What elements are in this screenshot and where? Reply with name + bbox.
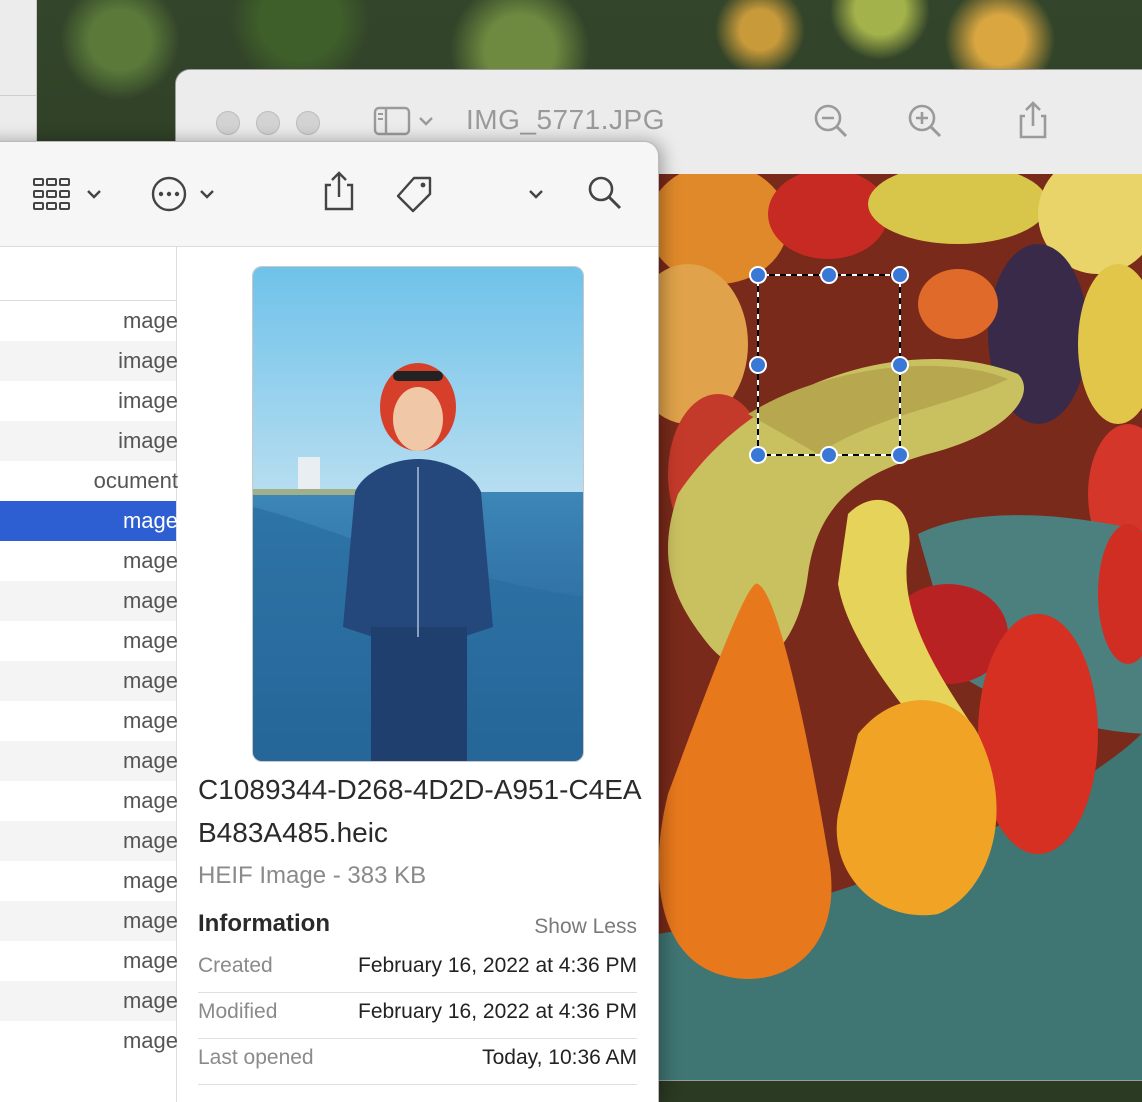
- list-item-kind: mage: [122, 628, 178, 653]
- info-label: Created: [198, 954, 273, 977]
- zoom-out-icon[interactable]: [810, 100, 850, 140]
- list-item[interactable]: mage: [0, 741, 178, 781]
- list-item-kind: mage: [122, 508, 178, 533]
- chevron-down-icon[interactable]: [84, 184, 104, 204]
- minimize-button[interactable]: [256, 111, 280, 135]
- list-item[interactable]: mage: [0, 541, 178, 581]
- show-less-button[interactable]: Show Less: [534, 915, 637, 939]
- share-icon[interactable]: [1013, 100, 1053, 140]
- info-label: Modified: [198, 1000, 278, 1023]
- zoom-in-icon[interactable]: [904, 100, 944, 140]
- chevron-down-icon[interactable]: [526, 184, 546, 204]
- list-item[interactable]: mage: [0, 621, 178, 661]
- list-item[interactable]: mage: [0, 1021, 178, 1061]
- list-item-kind: mage: [122, 908, 178, 933]
- search-icon[interactable]: [586, 174, 624, 212]
- list-item-kind: mage: [122, 828, 178, 853]
- window-title: IMG_5771.JPG: [466, 104, 665, 135]
- sidebar-toggle-icon[interactable]: [372, 100, 412, 140]
- info-value: Today, 10:36 AM: [482, 1046, 637, 1069]
- list-item[interactable]: ocument: [0, 461, 178, 501]
- list-header: [0, 246, 176, 301]
- info-row: Created February 16, 2022 at 4:36 PM: [198, 946, 637, 993]
- selection-handle[interactable]: [820, 266, 838, 284]
- list-item[interactable]: image: [0, 381, 178, 421]
- list-item[interactable]: mage: [0, 301, 178, 341]
- zoom-button[interactable]: [296, 111, 320, 135]
- selection-handle[interactable]: [749, 356, 767, 374]
- info-value: February 16, 2022 at 4:36 PM: [358, 954, 637, 977]
- more-ellipsis-icon[interactable]: [150, 175, 188, 213]
- list-item[interactable]: mage: [0, 821, 178, 861]
- list-item[interactable]: mage: [0, 901, 178, 941]
- list-item-kind: mage: [122, 708, 178, 733]
- list-item-kind: mage: [122, 308, 178, 333]
- preview-image[interactable]: [658, 174, 1142, 1080]
- info-row: Last opened Today, 10:36 AM: [198, 1038, 637, 1085]
- list-item[interactable]: mage: [0, 701, 178, 741]
- finder-toolbar: [0, 142, 658, 247]
- list-item-kind: mage: [122, 1028, 178, 1053]
- list-item-kind: ocument: [93, 468, 178, 493]
- close-button[interactable]: [216, 111, 240, 135]
- selection-handle[interactable]: [891, 266, 909, 284]
- list-item-kind: image: [118, 388, 178, 413]
- list-item[interactable]: mage: [0, 581, 178, 621]
- finder-window: mage image image image ocument mage mage mage ma…: [0, 142, 658, 1102]
- file-list: mage image image image ocument mage mage mage ma…: [0, 246, 178, 1102]
- chevron-down-icon[interactable]: [197, 184, 217, 204]
- list-item-kind: mage: [122, 948, 178, 973]
- list-item-kind: image: [118, 428, 178, 453]
- list-item-kind: image: [118, 348, 178, 373]
- list-item-kind: mage: [122, 868, 178, 893]
- selection-handle[interactable]: [749, 266, 767, 284]
- file-thumbnail: [252, 266, 584, 762]
- list-item[interactable]: image: [0, 421, 178, 461]
- selection-handle[interactable]: [891, 356, 909, 374]
- inspector-panel: C1089344-D268-4D2D-A951-C4EAB483A485.hei…: [177, 246, 658, 1102]
- background-window-edge: [0, 0, 37, 142]
- list-item-kind: mage: [122, 748, 178, 773]
- chevron-down-icon[interactable]: [416, 100, 436, 140]
- list-item-kind: mage: [122, 788, 178, 813]
- share-icon[interactable]: [320, 170, 358, 212]
- list-item-kind: mage: [122, 588, 178, 613]
- information-heading: Information: [198, 910, 330, 937]
- selection-handle[interactable]: [749, 446, 767, 464]
- list-item[interactable]: mage: [0, 981, 178, 1021]
- file-name: C1089344-D268-4D2D-A951-C4EAB483A485.hei…: [198, 774, 642, 848]
- icon-view-grid-icon[interactable]: [32, 176, 72, 212]
- selection-handle[interactable]: [891, 446, 909, 464]
- list-item[interactable]: image: [0, 341, 178, 381]
- info-label: Last opened: [198, 1046, 314, 1069]
- list-item-kind: mage: [122, 988, 178, 1013]
- list-item[interactable]: mage: [0, 941, 178, 981]
- tag-icon[interactable]: [394, 174, 436, 214]
- list-item-kind: mage: [122, 668, 178, 693]
- file-kind-size: HEIF Image - 383 KB: [198, 862, 427, 889]
- list-item-selected[interactable]: mage: [0, 501, 178, 541]
- list-item-kind: mage: [122, 548, 178, 573]
- info-value: February 16, 2022 at 4:36 PM: [358, 1000, 637, 1023]
- list-item[interactable]: mage: [0, 661, 178, 701]
- list-item[interactable]: mage: [0, 781, 178, 821]
- list-item[interactable]: mage: [0, 861, 178, 901]
- selection-handle[interactable]: [820, 446, 838, 464]
- info-row: Modified February 16, 2022 at 4:36 PM: [198, 992, 637, 1039]
